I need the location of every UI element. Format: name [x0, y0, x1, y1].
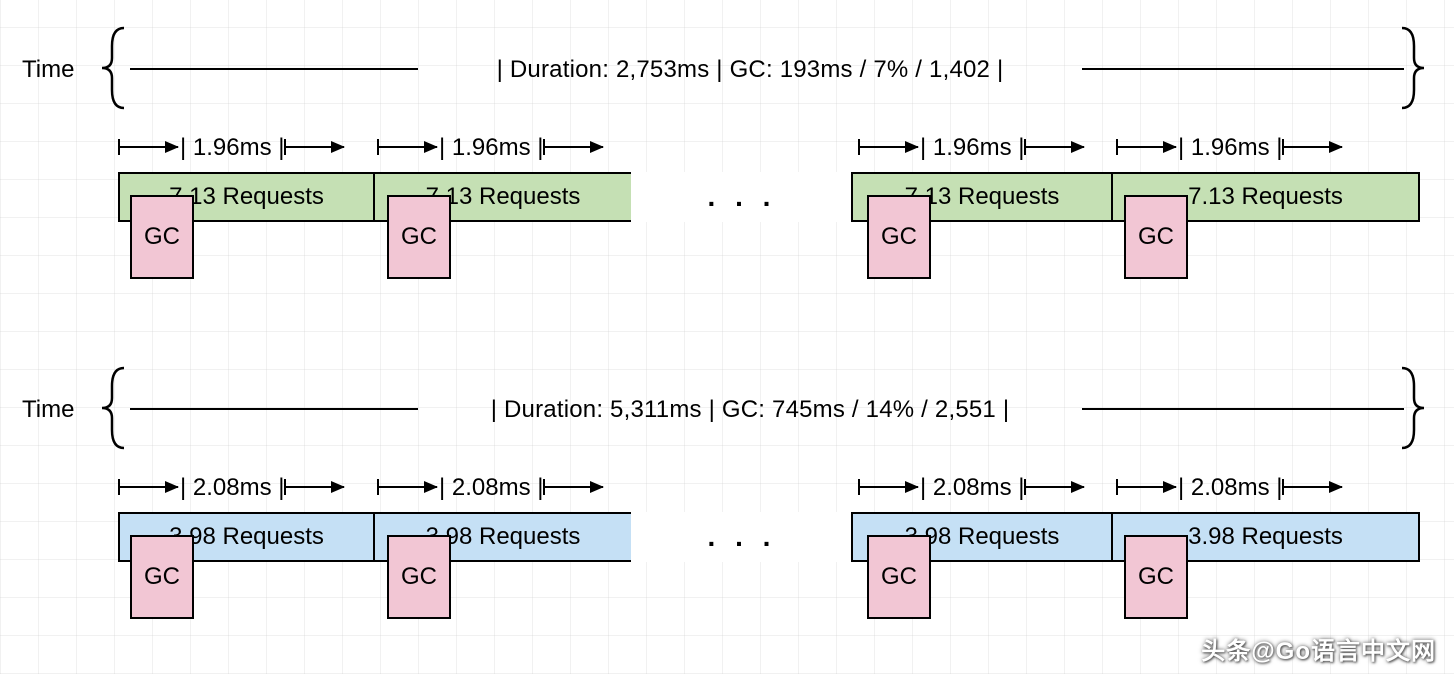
brace-right-icon: [1402, 368, 1432, 448]
gc-box: GC: [130, 195, 194, 279]
arrow-icon: [284, 486, 344, 488]
interval-cell: | 2.08ms |: [377, 474, 631, 504]
time-cap-line: [130, 408, 418, 410]
arrow-icon: [1024, 486, 1084, 488]
arrow-icon: [284, 146, 344, 148]
arrow-icon: [543, 146, 603, 148]
arrow-icon: [377, 146, 437, 148]
interval-cell: | 2.08ms |: [1116, 474, 1370, 504]
interval-row: | 1.96ms | | 1.96ms | | 1.96ms | | 1.96m…: [118, 134, 1418, 164]
gc-label: GC: [881, 563, 917, 591]
interval-cell: | 2.08ms |: [118, 474, 372, 504]
interval-cell: | 1.96ms |: [1116, 134, 1370, 164]
interval-label: | 1.96ms |: [439, 134, 544, 162]
gc-box: GC: [130, 535, 194, 619]
arrow-icon: [543, 486, 603, 488]
brace-right-icon: [1402, 28, 1432, 108]
interval-label: | 1.96ms |: [180, 134, 285, 162]
time-cap-line: [1082, 408, 1404, 410]
interval-label: | 2.08ms |: [1178, 474, 1283, 502]
gc-label: GC: [401, 563, 437, 591]
interval-cell: | 2.08ms |: [858, 474, 1112, 504]
arrow-icon: [118, 146, 178, 148]
gc-box: GC: [867, 195, 931, 279]
summary-text: | Duration: 5,311ms | GC: 745ms / 14% / …: [420, 396, 1080, 424]
gc-box: GC: [1124, 195, 1188, 279]
gc-box: GC: [387, 535, 451, 619]
requests-row: 7.13 Requests 7.13 Requests . . . 7.13 R…: [118, 172, 1418, 228]
time-label: Time: [22, 396, 74, 424]
arrow-icon: [1116, 146, 1176, 148]
gc-label: GC: [1138, 563, 1174, 591]
request-label: 7.13 Requests: [1188, 183, 1343, 211]
request-label: 3.98 Requests: [1188, 523, 1343, 551]
time-cap-line: [130, 68, 418, 70]
arrow-icon: [858, 146, 918, 148]
arrow-icon: [118, 486, 178, 488]
gc-box: GC: [1124, 535, 1188, 619]
interval-label: | 1.96ms |: [920, 134, 1025, 162]
ellipsis: . . .: [631, 172, 853, 222]
ellipsis-text: . . .: [708, 181, 777, 213]
arrow-icon: [1116, 486, 1176, 488]
arrow-icon: [858, 486, 918, 488]
gc-label: GC: [1138, 223, 1174, 251]
interval-label: | 2.08ms |: [439, 474, 544, 502]
watermark: 头条@Go语言中文网: [1201, 631, 1436, 666]
brace-left-icon: [102, 28, 132, 108]
interval-label: | 1.96ms |: [1178, 134, 1283, 162]
arrow-icon: [1282, 146, 1342, 148]
interval-label: | 2.08ms |: [920, 474, 1025, 502]
arrow-icon: [1024, 146, 1084, 148]
arrow-icon: [377, 486, 437, 488]
arrow-icon: [1282, 486, 1342, 488]
interval-cell: | 1.96ms |: [858, 134, 1112, 164]
ellipsis: . . .: [631, 512, 853, 562]
gc-label: GC: [881, 223, 917, 251]
gc-label: GC: [401, 223, 437, 251]
gc-label: GC: [144, 563, 180, 591]
gc-box: GC: [387, 195, 451, 279]
gc-box: GC: [867, 535, 931, 619]
brace-left-icon: [102, 368, 132, 448]
interval-row: | 2.08ms | | 2.08ms | | 2.08ms | | 2.08m…: [118, 474, 1418, 504]
interval-label: | 2.08ms |: [180, 474, 285, 502]
ellipsis-text: . . .: [708, 521, 777, 553]
time-cap-line: [1082, 68, 1404, 70]
gc-label: GC: [144, 223, 180, 251]
interval-cell: | 1.96ms |: [377, 134, 631, 164]
requests-row: 3.98 Requests 3.98 Requests . . . 3.98 R…: [118, 512, 1418, 568]
time-label: Time: [22, 56, 74, 84]
summary-text: | Duration: 2,753ms | GC: 193ms / 7% / 1…: [420, 56, 1080, 84]
interval-cell: | 1.96ms |: [118, 134, 372, 164]
